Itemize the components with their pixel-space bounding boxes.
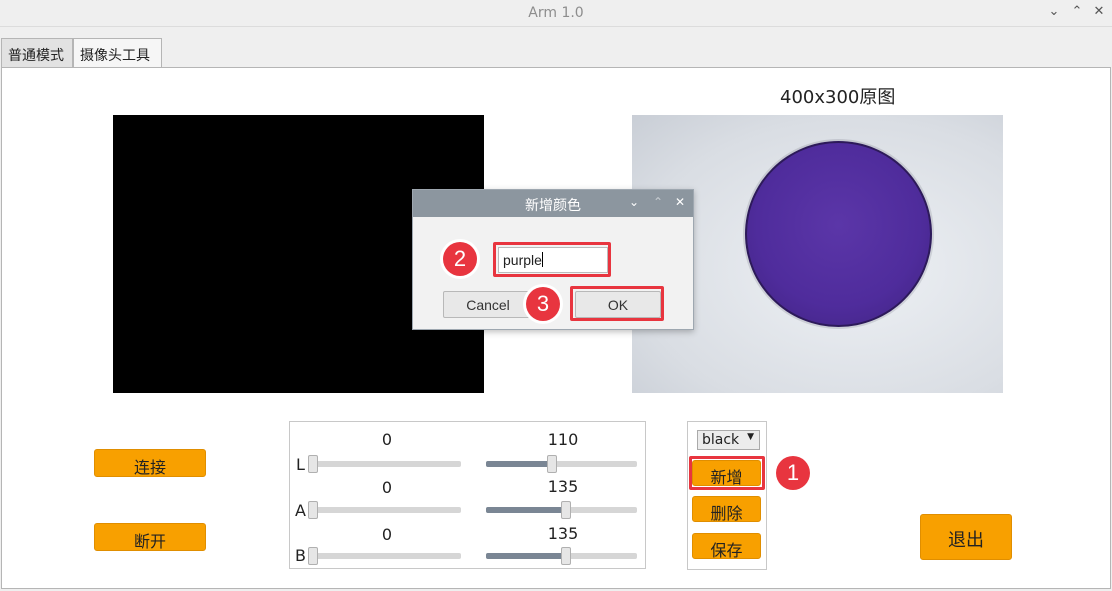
slider-handle[interactable] <box>308 455 318 473</box>
slider-handle[interactable] <box>561 547 571 565</box>
l-max-slider[interactable] <box>486 455 637 473</box>
b-min-value: 0 <box>381 525 393 544</box>
dialog-cancel-button[interactable]: Cancel <box>443 291 533 318</box>
b-label: B <box>295 546 306 565</box>
a-min-slider[interactable] <box>308 501 461 519</box>
save-color-button[interactable]: 保存 <box>692 533 761 560</box>
color-select-value: black <box>702 432 740 448</box>
connect-button[interactable]: 连接 <box>94 449 206 477</box>
highlight-ok-button <box>570 286 664 321</box>
tab-camera-tool[interactable]: 摄像头工具 <box>73 38 162 69</box>
dialog-close-icon[interactable]: ✕ <box>673 195 687 209</box>
maximize-icon[interactable]: ⌃ <box>1069 4 1085 19</box>
dialog-minimize-icon[interactable]: ⌄ <box>627 195 641 209</box>
color-select[interactable]: black ▼ <box>697 430 760 450</box>
window-titlebar: Arm 1.0 ⌄ ⌃ ✕ <box>0 0 1112 27</box>
a-label: A <box>295 501 306 520</box>
a-max-slider[interactable] <box>486 501 637 519</box>
tab-normal-mode[interactable]: 普通模式 <box>1 38 73 68</box>
dialog-maximize-icon[interactable]: ⌃ <box>651 195 665 209</box>
l-min-value: 0 <box>381 430 393 449</box>
step-badge-1: 1 <box>776 456 810 490</box>
b-min-slider[interactable] <box>308 547 461 565</box>
slider-fill <box>486 553 566 559</box>
highlight-add-button <box>689 456 765 490</box>
purple-disc-image <box>745 141 932 327</box>
slider-handle[interactable] <box>308 547 318 565</box>
window-title: Arm 1.0 <box>528 5 584 21</box>
close-icon[interactable]: ✕ <box>1091 4 1107 19</box>
step-badge-3: 3 <box>526 287 560 321</box>
b-max-slider[interactable] <box>486 547 637 565</box>
slider-handle[interactable] <box>547 455 557 473</box>
a-min-value: 0 <box>381 478 393 497</box>
lab-slider-panel: 0 110 L 0 135 A 0 135 B <box>289 421 646 569</box>
slider-handle[interactable] <box>561 501 571 519</box>
l-max-value: 110 <box>547 430 579 449</box>
slider-fill <box>486 507 566 513</box>
delete-color-button[interactable]: 删除 <box>692 496 761 523</box>
l-label: L <box>296 455 305 474</box>
dropdown-arrow-icon: ▼ <box>747 432 754 442</box>
step-badge-2: 2 <box>443 242 477 276</box>
minimize-icon[interactable]: ⌄ <box>1046 4 1062 19</box>
l-min-slider[interactable] <box>308 455 461 473</box>
disconnect-button[interactable]: 断开 <box>94 523 206 551</box>
highlight-color-input <box>493 242 611 277</box>
b-max-value: 135 <box>547 524 579 543</box>
slider-fill <box>486 461 552 467</box>
exit-button[interactable]: 退出 <box>920 514 1012 560</box>
a-max-value: 135 <box>547 477 579 496</box>
slider-handle[interactable] <box>308 501 318 519</box>
dialog-titlebar: 新增颜色 ⌄ ⌃ ✕ <box>413 190 693 217</box>
original-image-title: 400x300原图 <box>780 87 896 108</box>
